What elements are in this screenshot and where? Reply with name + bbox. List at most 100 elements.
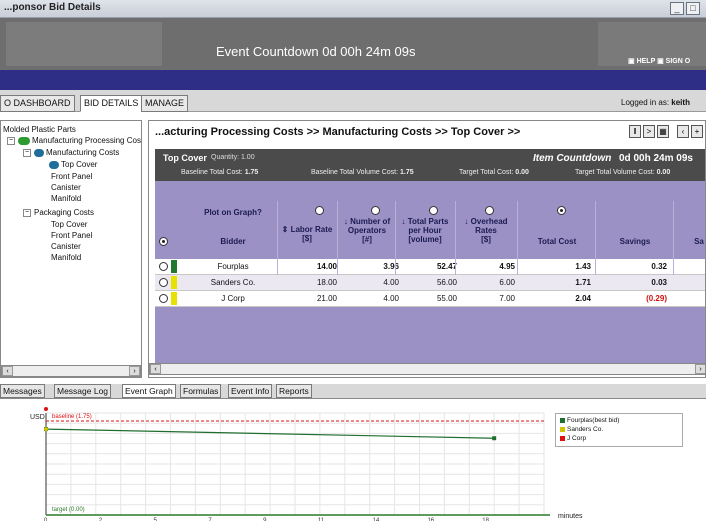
column-header-next[interactable]: Sa xyxy=(689,237,705,246)
maximize-icon[interactable]: □ xyxy=(686,2,700,15)
help-link[interactable]: HELP xyxy=(637,58,656,65)
row-select-radio[interactable] xyxy=(159,262,168,271)
scroll-left-icon[interactable]: ‹ xyxy=(2,366,13,376)
add-icon[interactable]: + xyxy=(691,125,703,138)
legend-swatch xyxy=(560,426,565,432)
tab-event-info[interactable]: Event Info xyxy=(228,384,273,398)
prev-icon[interactable]: ‹ xyxy=(677,125,689,138)
column-header-total-cost[interactable]: Total Cost xyxy=(525,237,589,246)
labor-rate-value: 18.00 xyxy=(316,278,337,287)
scroll-right-icon[interactable]: › xyxy=(695,364,705,374)
column-header-labor-rate[interactable]: ⇕ Labor Rate [$] xyxy=(279,225,335,243)
tab-dashboard[interactable]: O DASHBOARD xyxy=(0,95,75,112)
event-countdown: Event Countdown 0d 00h 24m 09s xyxy=(216,44,416,59)
collapse-icon[interactable]: − xyxy=(23,209,31,217)
window-titlebar: ...ponsor Bid Details _ □ xyxy=(0,0,706,18)
bidder-name: Fourplas xyxy=(217,262,249,271)
tree-item-canister[interactable]: Canister xyxy=(51,242,81,251)
grid-horizontal-scrollbar[interactable]: ‹ › xyxy=(149,363,705,375)
collapse-icon[interactable]: − xyxy=(7,137,15,145)
tree-item-canister[interactable]: Canister xyxy=(51,183,81,192)
target-total-cost: Target Total Cost: 0.00 xyxy=(459,169,529,176)
overhead-value: 7.00 xyxy=(499,294,515,303)
breadcrumb: ...acturing Processing Costs >> Manufact… xyxy=(155,126,521,138)
savings-value: 0.32 xyxy=(651,262,667,271)
next-icon[interactable]: > xyxy=(643,125,655,138)
tab-messages[interactable]: Messages xyxy=(0,384,45,398)
tab-event-graph[interactable]: Event Graph xyxy=(122,384,176,398)
tree-item-front-panel[interactable]: Front Panel xyxy=(51,231,92,240)
row-select-radio[interactable] xyxy=(159,294,168,303)
plot-radio-overhead[interactable] xyxy=(485,206,494,215)
minimize-icon[interactable]: _ xyxy=(670,2,684,15)
tab-formulas[interactable]: Formulas xyxy=(180,384,222,398)
column-header-operators[interactable]: ↓ Number of Operators [#] xyxy=(339,217,395,244)
plot-on-graph-label: Plot on Graph? xyxy=(204,208,262,217)
column-divider xyxy=(395,201,396,275)
bid-row[interactable]: J Corp 21.00 4.00 55.00 7.00 2.04 (0.29) xyxy=(155,291,705,307)
top-tab-bar: O DASHBOARD BID DETAILS MANAGE Logged in… xyxy=(0,90,706,112)
header-links: ▣ HELP ▣ SIGN O xyxy=(628,57,690,65)
tab-bid-details[interactable]: BID DETAILS xyxy=(80,95,143,112)
row-select-radio[interactable] xyxy=(159,278,168,287)
tree-horizontal-scrollbar[interactable]: ‹ › xyxy=(1,365,141,377)
column-header-parts-per-hour[interactable]: ↓ Total Parts per Hour [volume] xyxy=(397,217,453,244)
sort-icon: ↓ xyxy=(343,217,348,226)
status-indicator xyxy=(171,276,177,289)
tree-item-manifold[interactable]: Manifold xyxy=(51,194,81,203)
grid-view-icon[interactable]: ▦ xyxy=(657,125,669,138)
bid-row[interactable]: Fourplas 14.00 3.96 52.47 4.95 1.43 0.32 xyxy=(155,259,705,275)
item-countdown-value: 0d 00h 24m 09s xyxy=(619,153,693,164)
tree-item-top-cover[interactable]: Top Cover xyxy=(51,220,87,229)
parts-value: 52.47 xyxy=(436,262,457,271)
tree-group-manufacturing[interactable]: Manufacturing Processing Cos xyxy=(18,136,141,145)
tab-manage[interactable]: MANAGE xyxy=(141,95,189,112)
bid-row[interactable]: Sanders Co. 18.00 4.00 56.00 6.00 1.71 0… xyxy=(155,275,705,291)
scroll-left-icon[interactable]: ‹ xyxy=(150,364,161,374)
signout-link[interactable]: SIGN O xyxy=(666,58,691,65)
plot-radio-total-cost[interactable] xyxy=(557,206,566,215)
signout-icon: ▣ xyxy=(657,58,664,65)
logged-in-user: keith xyxy=(671,98,690,107)
event-graph-panel: USD minutes 0 2 5 7 9 11 14 16 18 baseline (1.75) ta… xyxy=(0,398,706,523)
total-cost-value: 1.43 xyxy=(575,262,591,271)
plot-radio-parts[interactable] xyxy=(429,206,438,215)
tree-item-manifold[interactable]: Manifold xyxy=(51,253,81,262)
tree-item-front-panel[interactable]: Front Panel xyxy=(51,172,92,181)
tree-manufacturing-costs[interactable]: Manufacturing Costs xyxy=(34,148,119,157)
collapse-icon[interactable]: − xyxy=(23,149,31,157)
select-all-radio[interactable] xyxy=(159,237,168,246)
total-cost-value: 1.71 xyxy=(575,278,591,287)
column-header-overhead[interactable]: ↓ Overhead Rates [$] xyxy=(459,217,513,244)
bidder-name: Sanders Co. xyxy=(210,278,256,287)
tree-item-top-cover-selected[interactable]: Top Cover xyxy=(49,160,97,169)
column-divider xyxy=(595,201,596,275)
bid-grid: Plot on Graph? Bidder ⇕ Labor Rate [$] ↓ … xyxy=(149,181,705,375)
plot-radio-labor[interactable] xyxy=(315,206,324,215)
legend-swatch xyxy=(560,435,565,441)
bidder-name: J Corp xyxy=(221,294,245,303)
item-countdown-label: Item Countdown xyxy=(533,153,612,164)
labor-rate-value[interactable]: 14.00 xyxy=(287,262,337,271)
window-title: ...ponsor Bid Details xyxy=(4,2,101,13)
scroll-right-icon[interactable]: › xyxy=(129,366,140,376)
sort-icon: ↓ xyxy=(464,217,469,226)
baseline-volume-cost: Baseline Total Volume Cost: 1.75 xyxy=(311,169,414,176)
column-header-savings[interactable]: Savings xyxy=(603,237,667,246)
pause-icon[interactable]: ‖ xyxy=(629,125,641,138)
baseline-total-cost: Baseline Total Cost: 1.75 xyxy=(181,169,259,176)
tab-reports[interactable]: Reports xyxy=(276,384,312,398)
plot-radio-operators[interactable] xyxy=(371,206,380,215)
tab-message-log[interactable]: Message Log xyxy=(54,384,112,398)
target-volume-cost: Target Total Volume Cost: 0.00 xyxy=(575,169,671,176)
sort-icon: ↓ xyxy=(401,217,406,226)
tree-packaging-costs[interactable]: Packaging Costs xyxy=(34,208,94,217)
operators-value: 4.00 xyxy=(383,278,399,287)
baseline-label: baseline (1.75) xyxy=(52,414,92,420)
tree-root[interactable]: Molded Plastic Parts xyxy=(3,125,76,134)
column-divider xyxy=(337,201,338,275)
column-header-bidder[interactable]: Bidder xyxy=(193,237,273,246)
bottom-tab-bar: Messages Message Log Event Graph Formula… xyxy=(0,384,706,398)
sort-icon: ⇕ xyxy=(281,225,289,234)
data-point xyxy=(44,407,48,411)
